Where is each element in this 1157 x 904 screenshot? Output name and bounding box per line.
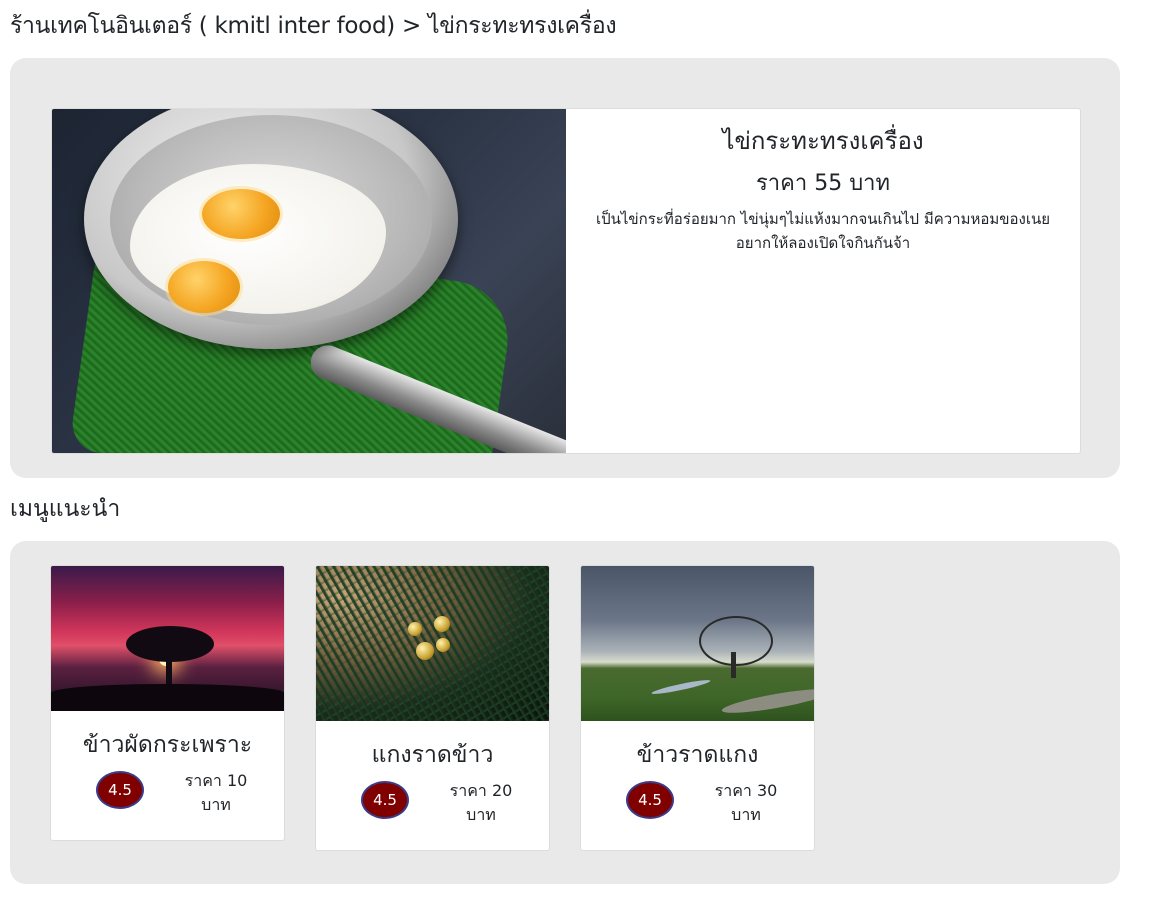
dish-price: ราคา 55 บาท	[755, 171, 891, 196]
ornament-ball	[434, 616, 450, 632]
detail-info: ไข่กระทะทรงเครื่อง ราคา 55 บาท เป็นไข่กร…	[566, 109, 1080, 453]
egg-yolk	[202, 189, 280, 239]
price-unit: บาท	[731, 805, 761, 824]
egg-yolk	[168, 261, 240, 313]
fried-egg-photo	[52, 109, 566, 453]
menu-card-price: ราคา 30 บาท	[701, 779, 791, 827]
sunset-tree-photo	[51, 566, 284, 711]
menu-card[interactable]: แกงราดข้าว 4.5 ราคา 20 บาท	[315, 565, 550, 851]
field-path	[720, 684, 814, 718]
recommended-section-title: เมนูแนะนำ	[10, 496, 121, 522]
ornament-ball	[408, 622, 422, 636]
breadcrumb-shop[interactable]: ร้านเทคโนอินเตอร์ ( kmitl inter food)	[10, 13, 395, 39]
detail-card: ไข่กระทะทรงเครื่อง ราคา 55 บาท เป็นไข่กร…	[51, 108, 1081, 454]
menu-card-meta: 4.5 ราคา 10 บาท	[51, 769, 284, 819]
menu-card-meta: 4.5 ราคา 30 บาท	[581, 779, 814, 829]
ground	[51, 684, 284, 711]
rating-badge: 4.5	[361, 781, 409, 819]
bare-tree-branches	[699, 616, 773, 666]
menu-card[interactable]: ข้าวผัดกระเพราะ 4.5 ราคา 10 บาท	[50, 565, 285, 841]
breadcrumb: ร้านเทคโนอินเตอร์ ( kmitl inter food) > …	[10, 10, 617, 42]
menu-card-price: ราคา 20 บาท	[436, 779, 526, 827]
breadcrumb-current: ไข่กระทะทรงเครื่อง	[427, 13, 617, 39]
ornament-ball	[436, 638, 450, 652]
rating-badge: 4.5	[626, 781, 674, 819]
bare-tree-trunk	[731, 652, 736, 678]
stream	[651, 677, 711, 697]
price-line: ราคา 10	[184, 771, 248, 790]
field-tree-photo	[581, 566, 814, 721]
detail-panel: ไข่กระทะทรงเครื่อง ราคา 55 บาท เป็นไข่กร…	[10, 58, 1120, 478]
breadcrumb-separator: >	[394, 13, 428, 39]
recommended-panel: ข้าวผัดกระเพราะ 4.5 ราคา 10 บาท แกงราดข้…	[10, 541, 1120, 884]
price-line: ราคา 30	[714, 781, 778, 800]
dish-name: ไข่กระทะทรงเครื่อง	[722, 127, 924, 155]
price-unit: บาท	[466, 805, 496, 824]
tree-canopy	[126, 626, 214, 662]
page: ร้านเทคโนอินเตอร์ ( kmitl inter food) > …	[0, 0, 1157, 904]
menu-card[interactable]: ข้าวราดแกง 4.5 ราคา 30 บาท	[580, 565, 815, 851]
menu-card-name: แกงราดข้าว	[371, 742, 494, 768]
ornament-ball	[416, 642, 434, 660]
pine-ornament-photo	[316, 566, 549, 721]
menu-card-meta: 4.5 ราคา 20 บาท	[316, 779, 549, 829]
menu-card-price: ราคา 10 บาท	[171, 769, 261, 817]
price-unit: บาท	[201, 795, 231, 814]
menu-card-name: ข้าวผัดกระเพราะ	[82, 732, 253, 758]
price-line: ราคา 20	[449, 781, 513, 800]
pine-needles	[316, 566, 549, 721]
dish-description: เป็นไข่กระที่อร่อยมาก ไข่นุ่มๆไม่แห้งมาก…	[595, 210, 1051, 252]
menu-card-name: ข้าวราดแกง	[636, 742, 759, 768]
rating-badge: 4.5	[96, 771, 144, 809]
